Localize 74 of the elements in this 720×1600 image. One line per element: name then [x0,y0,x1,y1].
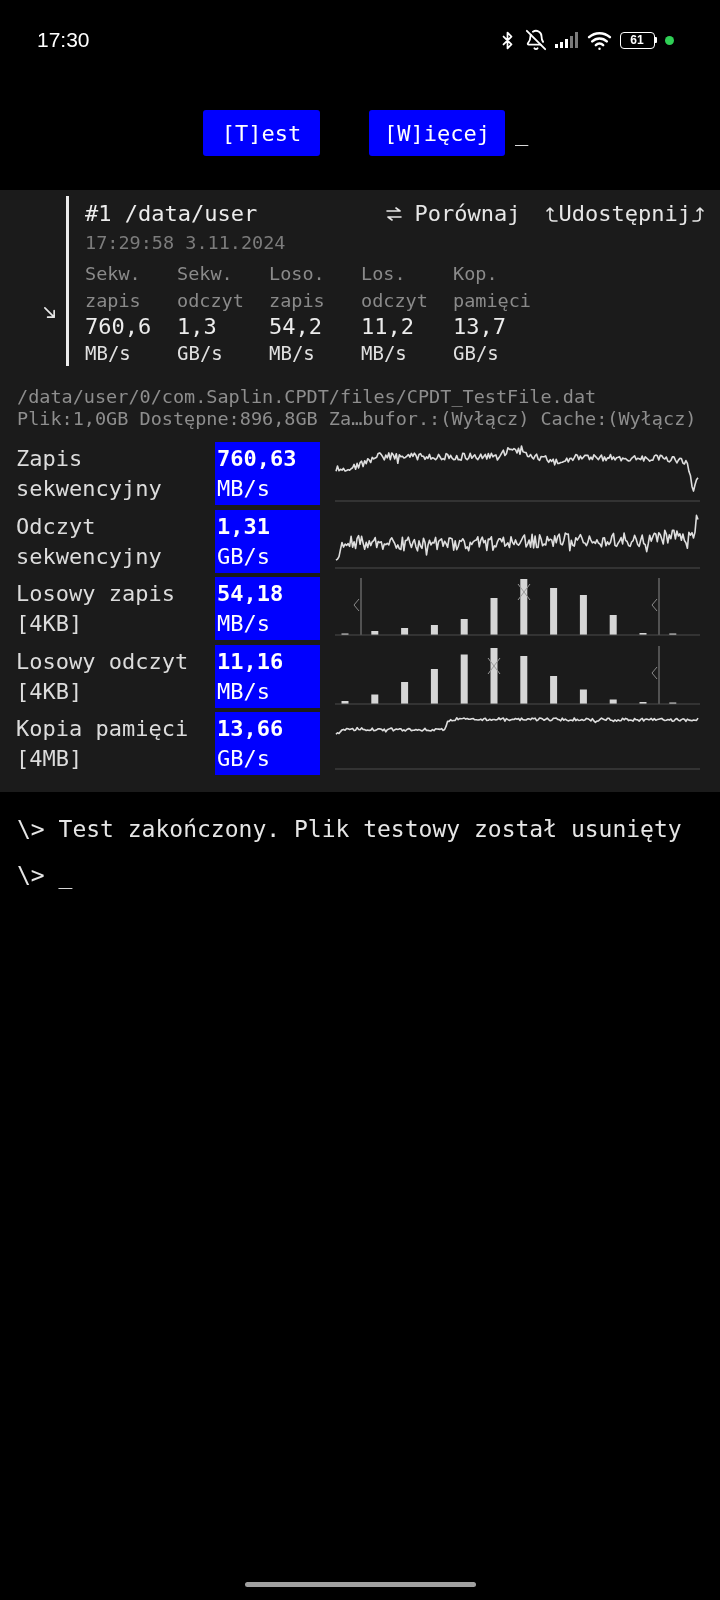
histogram-bar [520,655,528,704]
stat-label: Sekw. zapis [85,262,142,313]
stat-unit: MB/s [269,341,315,366]
result-value: 11,16 [217,647,284,676]
histogram-bar [430,625,438,635]
stat-unit: GB/s [453,341,499,366]
file-path: /data/user/0/com.Saplin.CPDT/files/CPDT_TestFile.dat [17,386,597,408]
result-unit: GB/s [217,745,270,773]
result-unit: MB/s [217,677,270,706]
histogram-bar [550,675,558,704]
stat-value: 760,6 [85,314,152,340]
down-right-arrow-icon [43,306,56,319]
stat-unit: MB/s [361,341,407,366]
cross-mark-icon [487,657,501,674]
swap-arrows-icon [385,207,402,221]
stat-value: 54,2 [269,314,322,340]
test-name: Zapis sekwencyjny [16,445,163,503]
range-marker [651,577,660,636]
up-arrow-icon [692,206,704,222]
signal-icon [554,32,579,48]
cross-mark-icon [517,583,531,601]
histogram-bar [579,689,587,704]
stat-label: Kop. pamięci [453,262,532,313]
histogram-bar [490,647,498,704]
battery-percent: 61 [630,34,644,46]
stat-unit: GB/s [177,341,223,366]
toolbar-button[interactable]: [W]ięcej [369,110,505,156]
result-timestamp: 17:29:58 3.11.2024 [85,232,286,254]
result-unit: MB/s [217,610,270,638]
test-name: Losowy odczyt [4KB] [16,647,190,706]
histogram-bar [430,668,438,704]
histogram-bar [371,694,379,704]
stat-label: Los. odczyt [361,262,429,313]
histogram-bar [579,595,587,635]
result-title: #1 /data/user [85,201,258,227]
histogram-bar [371,631,379,635]
histogram-bar [609,699,617,704]
compare-button[interactable]: Porównaj [385,201,521,227]
histogram-bar [460,619,468,635]
histogram-bar [609,615,617,635]
result-value: 760,63 [217,445,297,473]
histogram-bar [460,654,468,704]
stat-value: 11,2 [361,314,414,340]
clock: 17:30 [37,27,90,54]
test-name: Losowy zapis [4KB] [16,580,176,638]
result-unit: GB/s [217,542,270,571]
up-arrow-icon [545,206,558,222]
histogram-bar [401,628,409,635]
result-value: 1,31 [217,512,270,541]
histogram-bar [520,579,528,635]
stat-label: Sekw. odczyt [177,262,245,313]
histogram-bar [401,681,409,704]
console-line: \> _ [17,861,73,890]
text-cursor: _ [514,119,529,148]
range-marker [353,577,362,636]
stat-value: 13,7 [453,314,506,340]
stat-value: 1,3 [177,314,217,340]
result-value: 13,66 [217,715,284,743]
histogram-bar [550,588,558,635]
stat-unit: MB/s [85,341,131,366]
histogram-bar [490,598,498,635]
share-button[interactable]: Udostępnij [545,201,704,227]
stat-label: Loso. zapis [269,262,326,313]
result-value: 54,18 [217,580,284,608]
test-settings: Plik:1,0GB Dostępne:896,8GB Za…bufor.:(Wyłącz) Cache:(Wyłącz) [17,408,697,430]
bell-off-icon [524,29,547,51]
range-marker [651,645,660,704]
toolbar-button[interactable]: [T]est [203,110,320,156]
histogram-bar [639,701,647,704]
test-name: Kopia pamięci [4MB] [16,715,190,773]
test-name: Odczyt sekwencyjny [16,512,163,571]
console-line: \> Test zakończony. Plik testowy został usunięty [17,815,682,844]
result-unit: MB/s [217,475,270,503]
histogram-bar [341,700,349,704]
